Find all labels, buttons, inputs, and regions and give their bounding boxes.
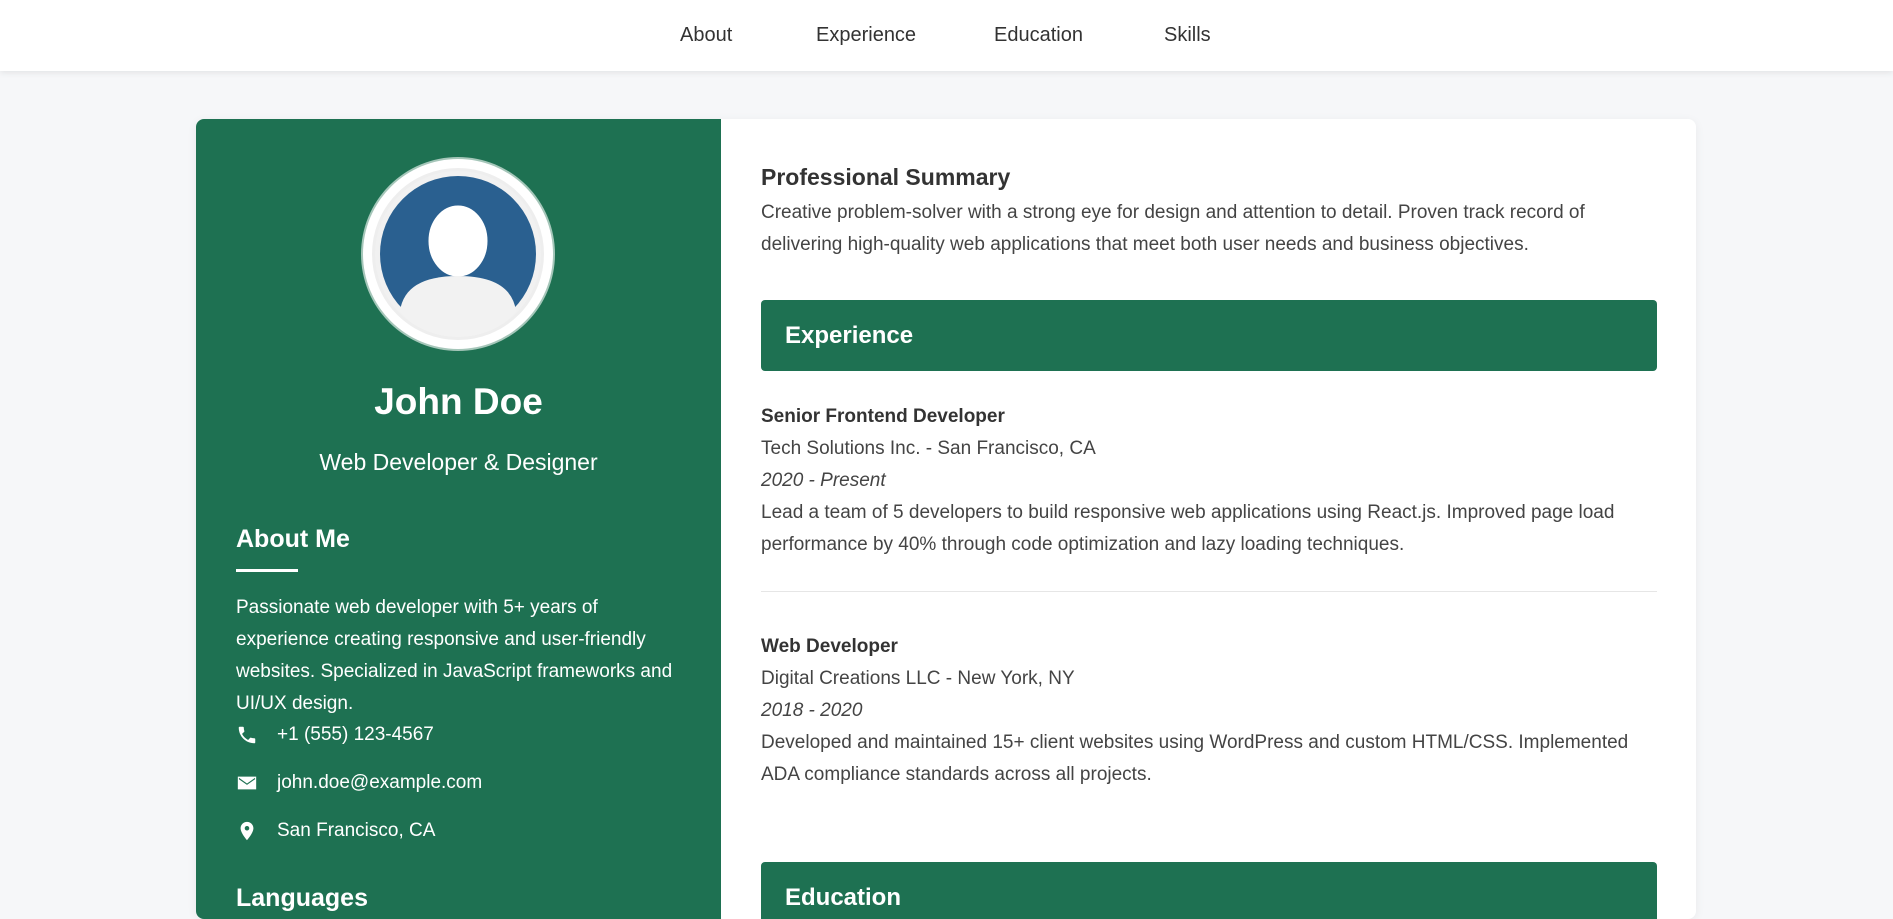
job-description: Lead a team of 5 developers to build res… — [761, 502, 1615, 555]
contact-location: San Francisco, CA — [236, 818, 686, 848]
sidebar: John Doe Web Developer & Designer About … — [196, 119, 721, 919]
experience-heading: Experience — [761, 300, 1657, 371]
resume-card: John Doe Web Developer & Designer About … — [196, 119, 1696, 919]
about-heading: About Me — [236, 525, 350, 553]
contact-email-text[interactable]: john.doe@example.com — [277, 772, 482, 794]
job-entry: Web Developer Digital Creations LLC - Ne… — [761, 631, 1661, 791]
location-icon — [236, 820, 260, 844]
summary-text: Creative problem-solver with a strong ey… — [761, 202, 1585, 255]
about-text: Passionate web developer with 5+ years o… — [236, 597, 673, 714]
contact-location-text: San Francisco, CA — [277, 820, 436, 841]
summary-heading: Professional Summary — [761, 164, 1011, 190]
avatar — [363, 159, 553, 349]
job-divider — [761, 591, 1657, 592]
job-description: Developed and maintained 15+ client webs… — [761, 732, 1629, 785]
profile-role: Web Developer & Designer — [319, 449, 598, 475]
job-title: Web Developer — [761, 636, 898, 657]
nav-link-skills[interactable]: Skills — [1164, 24, 1211, 47]
languages-heading: Languages — [236, 884, 368, 912]
job-company: Tech Solutions Inc. - San Francisco, CA — [761, 438, 1096, 459]
education-heading: Education — [761, 862, 1657, 919]
email-icon — [236, 772, 260, 796]
job-dates: 2018 - 2020 — [761, 700, 863, 721]
nav-link-experience[interactable]: Experience — [816, 24, 916, 47]
main-content: Professional Summary Creative problem-so… — [721, 119, 1696, 919]
job-dates: 2020 - Present — [761, 470, 886, 491]
nav-link-about[interactable]: About — [680, 24, 732, 47]
contact-email: john.doe@example.com — [236, 770, 686, 800]
job-company: Digital Creations LLC - New York, NY — [761, 668, 1075, 689]
contact-phone-text[interactable]: +1 (555) 123-4567 — [277, 724, 434, 746]
about-underline — [236, 569, 298, 572]
top-nav: About Experience Education Skills — [0, 0, 1893, 71]
job-title: Senior Frontend Developer — [761, 406, 1005, 427]
profile-name: John Doe — [374, 381, 543, 422]
nav-link-education[interactable]: Education — [994, 24, 1083, 47]
user-avatar-icon — [372, 168, 544, 340]
job-entry: Senior Frontend Developer Tech Solutions… — [761, 401, 1661, 561]
contact-phone: +1 (555) 123-4567 — [236, 722, 686, 752]
phone-icon — [236, 724, 260, 748]
